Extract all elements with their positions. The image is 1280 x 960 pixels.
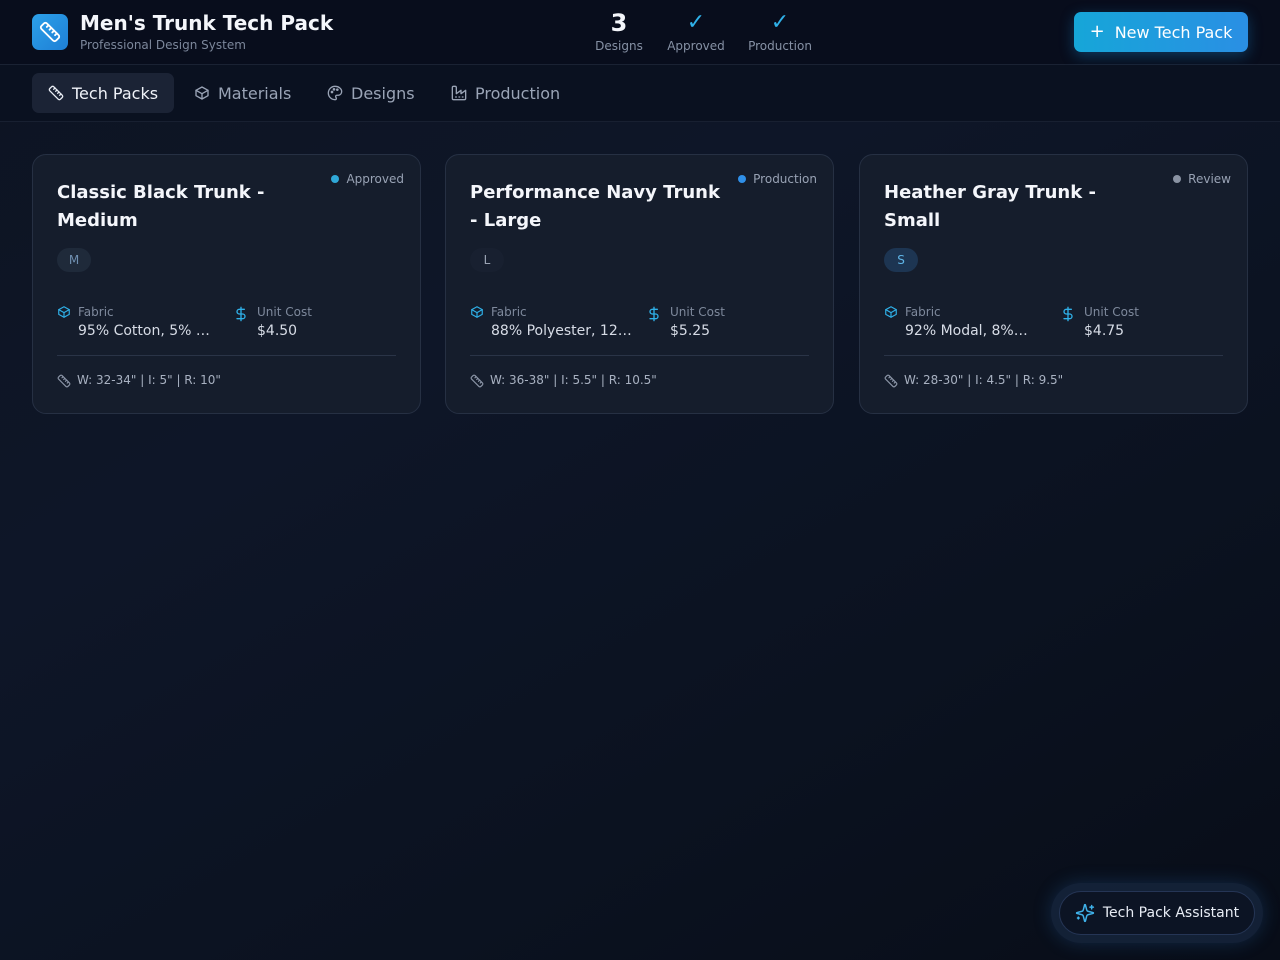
- new-tech-pack-label: New Tech Pack: [1114, 22, 1233, 42]
- tab-materials[interactable]: Materials: [178, 73, 307, 113]
- fabric-value: 88% Polyester, 12% Spandex: [491, 323, 634, 339]
- app-header: Men's Trunk Tech Pack Professional Desig…: [0, 0, 1280, 65]
- dollar-icon: [649, 306, 659, 322]
- fabric-value: 95% Cotton, 5% Elastane: [78, 323, 210, 339]
- status-label: Review: [1188, 172, 1231, 186]
- ruler-icon: [884, 374, 898, 388]
- box-icon: [58, 306, 70, 318]
- factory-icon: [451, 85, 467, 101]
- ruler-icon: [39, 21, 61, 43]
- status-label: Approved: [346, 172, 404, 186]
- card-title: Heather Gray Trunk - Small: [884, 182, 1096, 231]
- ruler-icon: [57, 374, 71, 388]
- sparkles-icon: [1075, 903, 1095, 923]
- size-badge: L: [470, 248, 504, 272]
- card-divider: [884, 355, 1223, 356]
- app-subtitle: Professional Design System: [80, 38, 246, 52]
- stat-approved: ✓ Approved: [664, 8, 728, 54]
- stat-production-label: Production: [748, 39, 812, 53]
- new-tech-pack-button[interactable]: + New Tech Pack: [1074, 12, 1248, 52]
- assistant-label: Tech Pack Assistant: [1102, 905, 1240, 921]
- card-title: Performance Navy Trunk - Large: [470, 182, 720, 231]
- app-title: Men's Trunk Tech Pack: [80, 11, 334, 35]
- stat-designs-value: 3: [610, 9, 628, 37]
- tab-bar: Tech Packs Materials Designs Production: [0, 65, 1280, 122]
- tab-designs[interactable]: Designs: [311, 73, 431, 113]
- fabric-label: Fabric: [905, 305, 941, 319]
- box-icon: [195, 86, 209, 100]
- unit-cost-label: Unit Cost: [670, 305, 725, 319]
- tab-label: Production: [475, 83, 561, 103]
- tech-pack-card[interactable]: Classic Black Trunk - Medium Approved M …: [32, 154, 421, 414]
- tab-production[interactable]: Production: [435, 73, 576, 113]
- box-icon: [885, 306, 897, 318]
- fabric-label: Fabric: [491, 305, 527, 319]
- dimensions-text: W: 36-38" | I: 5.5" | R: 10.5": [490, 373, 657, 387]
- unit-cost-value: $4.75: [1084, 323, 1125, 339]
- tech-pack-card[interactable]: Heather Gray Trunk - Small Review S Fabr…: [859, 154, 1248, 414]
- status-badge: Review: [1173, 172, 1231, 186]
- check-icon: ✓: [686, 10, 706, 35]
- tech-pack-assistant-button[interactable]: Tech Pack Assistant: [1059, 891, 1255, 935]
- tab-label: Materials: [218, 83, 292, 103]
- card-divider: [57, 355, 396, 356]
- fabric-label: Fabric: [78, 305, 114, 319]
- palette-icon: [327, 85, 343, 101]
- unit-cost-value: $4.50: [257, 323, 298, 339]
- ruler-icon: [470, 374, 484, 388]
- unit-cost-label: Unit Cost: [1084, 305, 1139, 319]
- size-badge: S: [884, 248, 918, 272]
- stat-designs-label: Designs: [595, 39, 643, 53]
- stat-approved-label: Approved: [667, 39, 725, 53]
- unit-cost-label: Unit Cost: [257, 305, 312, 319]
- status-badge: Approved: [331, 172, 404, 186]
- tab-label: Tech Packs: [72, 83, 159, 103]
- check-icon: ✓: [770, 10, 790, 35]
- assistant-button-glow: Tech Pack Assistant: [1051, 883, 1263, 943]
- stat-production: ✓ Production: [746, 8, 814, 54]
- tab-label: Designs: [351, 83, 415, 103]
- tab-tech-packs[interactable]: Tech Packs: [32, 73, 175, 113]
- card-title: Classic Black Trunk - Medium: [57, 182, 265, 231]
- dimensions-text: W: 32-34" | I: 5" | R: 10": [77, 373, 221, 387]
- stat-designs: 3 Designs: [594, 8, 644, 54]
- status-dot: [738, 175, 747, 183]
- status-dot: [331, 175, 340, 183]
- card-divider: [470, 355, 809, 356]
- dollar-icon: [236, 306, 246, 322]
- size-badge: M: [57, 248, 91, 272]
- ruler-icon: [48, 85, 64, 101]
- app-logo: [32, 14, 68, 50]
- box-icon: [471, 306, 483, 318]
- status-badge: Production: [738, 172, 817, 186]
- unit-cost-value: $5.25: [670, 323, 711, 339]
- plus-icon: +: [1089, 21, 1105, 42]
- dollar-icon: [1063, 306, 1073, 322]
- fabric-value: 92% Modal, 8% Elastane: [905, 323, 1031, 339]
- dimensions-text: W: 28-30" | I: 4.5" | R: 9.5": [904, 373, 1064, 387]
- status-dot: [1173, 175, 1182, 183]
- tech-pack-card[interactable]: Performance Navy Trunk - Large Productio…: [445, 154, 834, 414]
- status-label: Production: [753, 172, 817, 186]
